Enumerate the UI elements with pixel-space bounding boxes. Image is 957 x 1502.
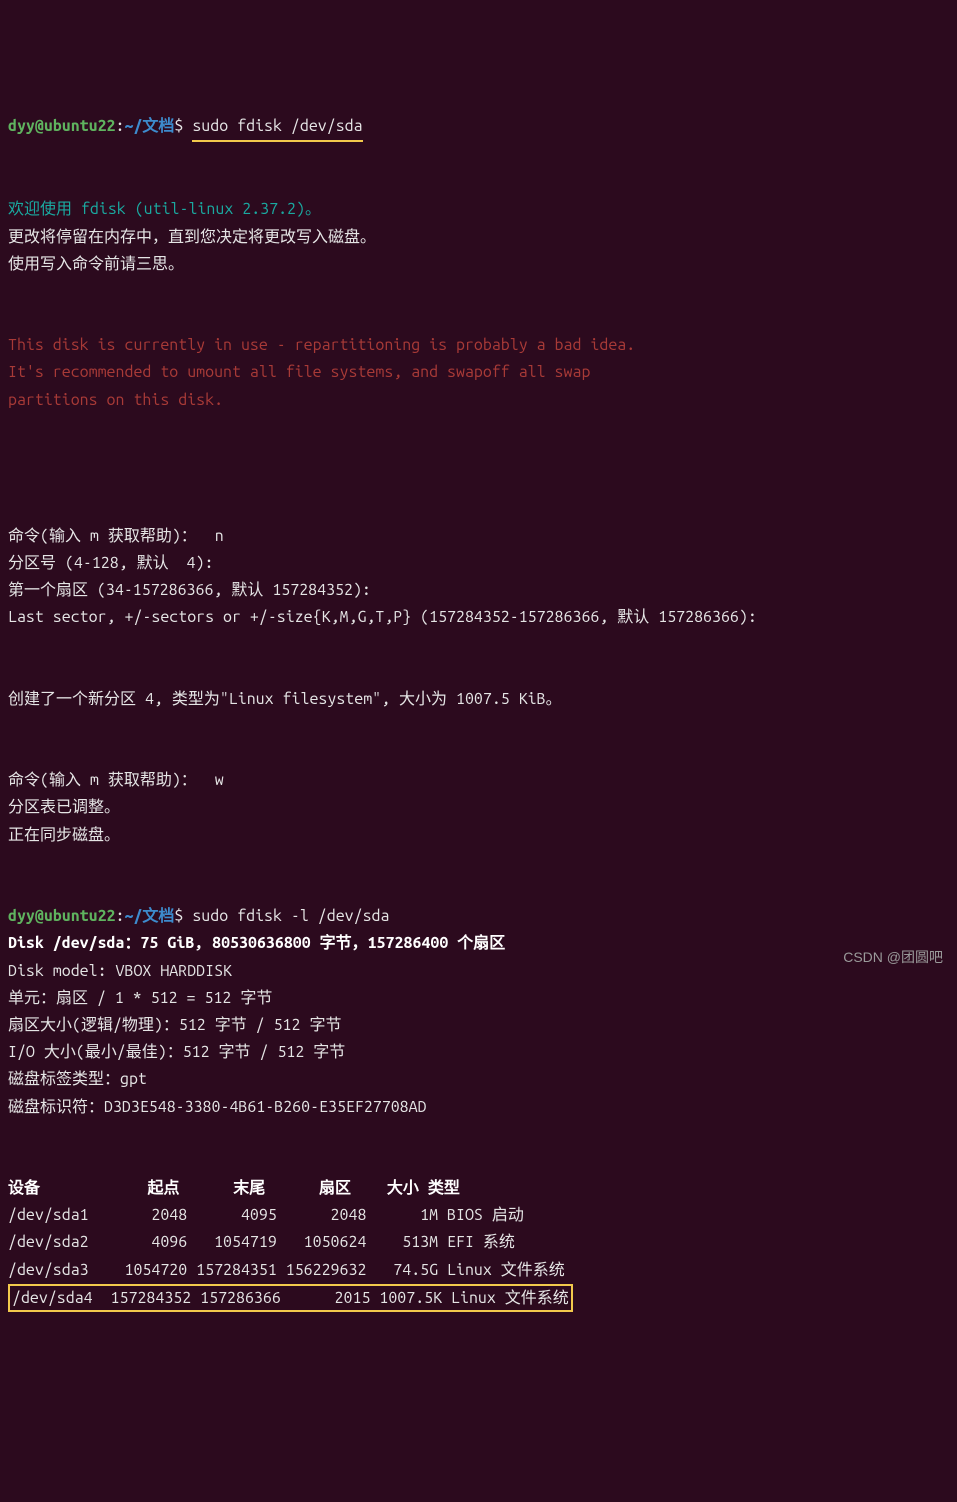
prompt-dollar: $: [174, 907, 192, 925]
fdisk-command-w: 命令(输入 m 获取帮助)： w: [8, 771, 224, 789]
watermark: CSDN @团圆吧: [843, 946, 943, 970]
label-type: 磁盘标签类型：gpt: [8, 1070, 147, 1088]
prompt-dollar: $: [174, 117, 192, 135]
table-row: /dev/sda3 1054720 157284351 156229632 74…: [8, 1261, 565, 1279]
command-text: sudo fdisk -l /dev/sda: [192, 907, 389, 925]
info-line: 更改将停留在内存中，直到您决定将更改写入磁盘。: [8, 228, 376, 246]
welcome-line: 欢迎使用 fdisk (util-linux 2.37.2)。: [8, 200, 321, 218]
prompt-colon: :: [116, 117, 125, 135]
prompt-user: dyy@ubuntu22: [8, 117, 116, 135]
prompt-path: ~/文档: [125, 907, 175, 925]
warning-line: It's recommended to umount all file syst…: [8, 363, 590, 381]
disk-model: Disk model: VBOX HARDDISK: [8, 962, 259, 980]
first-sector: 第一个扇区 (34-157286366, 默认 157284352):: [8, 581, 380, 599]
created-partition: 创建了一个新分区 4, 类型为"Linux filesystem", 大小为 1…: [8, 690, 562, 708]
partition-table: 设备 起点 末尾 扇区 大小 类型 /dev/sda1 2048 4095 20…: [8, 1175, 949, 1312]
io-size: I/O 大小(最小/最佳)：512 字节 / 512 字节: [8, 1043, 345, 1061]
unit-line: 单元：扇区 / 1 * 512 = 512 字节: [8, 989, 272, 1007]
terminal-output: dyy@ubuntu22:~/文档$ sudo fdisk /dev/sda 欢…: [8, 113, 949, 1312]
prompt-colon: :: [116, 907, 125, 925]
warning-line: This disk is currently in use - repartit…: [8, 336, 635, 354]
table-row: /dev/sda1 2048 4095 2048 1M BIOS 启动: [8, 1206, 524, 1224]
partition-number: 分区号 (4-128, 默认 4):: [8, 554, 222, 572]
adjusted-line: 分区表已调整。: [8, 798, 120, 816]
sector-size: 扇区大小(逻辑/物理)：512 字节 / 512 字节: [8, 1016, 341, 1034]
prompt-line-2[interactable]: dyy@ubuntu22:~/文档$ sudo fdisk -l /dev/sd…: [8, 907, 389, 925]
table-header: 设备 起点 末尾 扇区 大小 类型: [8, 1179, 460, 1197]
command-highlighted: sudo fdisk /dev/sda: [192, 113, 362, 142]
disk-id: 磁盘标识符：D3D3E548-3380-4B61-B260-E35EF27708…: [8, 1098, 427, 1116]
disk-header: Disk /dev/sda：75 GiB, 80530636800 字节，157…: [8, 934, 505, 952]
table-row-highlighted: /dev/sda4 157284352 157286366 2015 1007.…: [8, 1284, 573, 1312]
warning-line: partitions on this disk.: [8, 391, 223, 409]
table-row: /dev/sda2 4096 1054719 1050624 513M EFI …: [8, 1233, 515, 1251]
fdisk-command-n: 命令(输入 m 获取帮助)： n: [8, 527, 224, 545]
prompt-path: ~/文档: [125, 117, 175, 135]
prompt-line-1[interactable]: dyy@ubuntu22:~/文档$ sudo fdisk /dev/sda: [8, 117, 363, 135]
syncing-line: 正在同步磁盘。: [8, 826, 120, 844]
last-sector: Last sector, +/-sectors or +/-size{K,M,G…: [8, 608, 766, 626]
prompt-user: dyy@ubuntu22: [8, 907, 116, 925]
info-line: 使用写入命令前请三思。: [8, 255, 184, 273]
